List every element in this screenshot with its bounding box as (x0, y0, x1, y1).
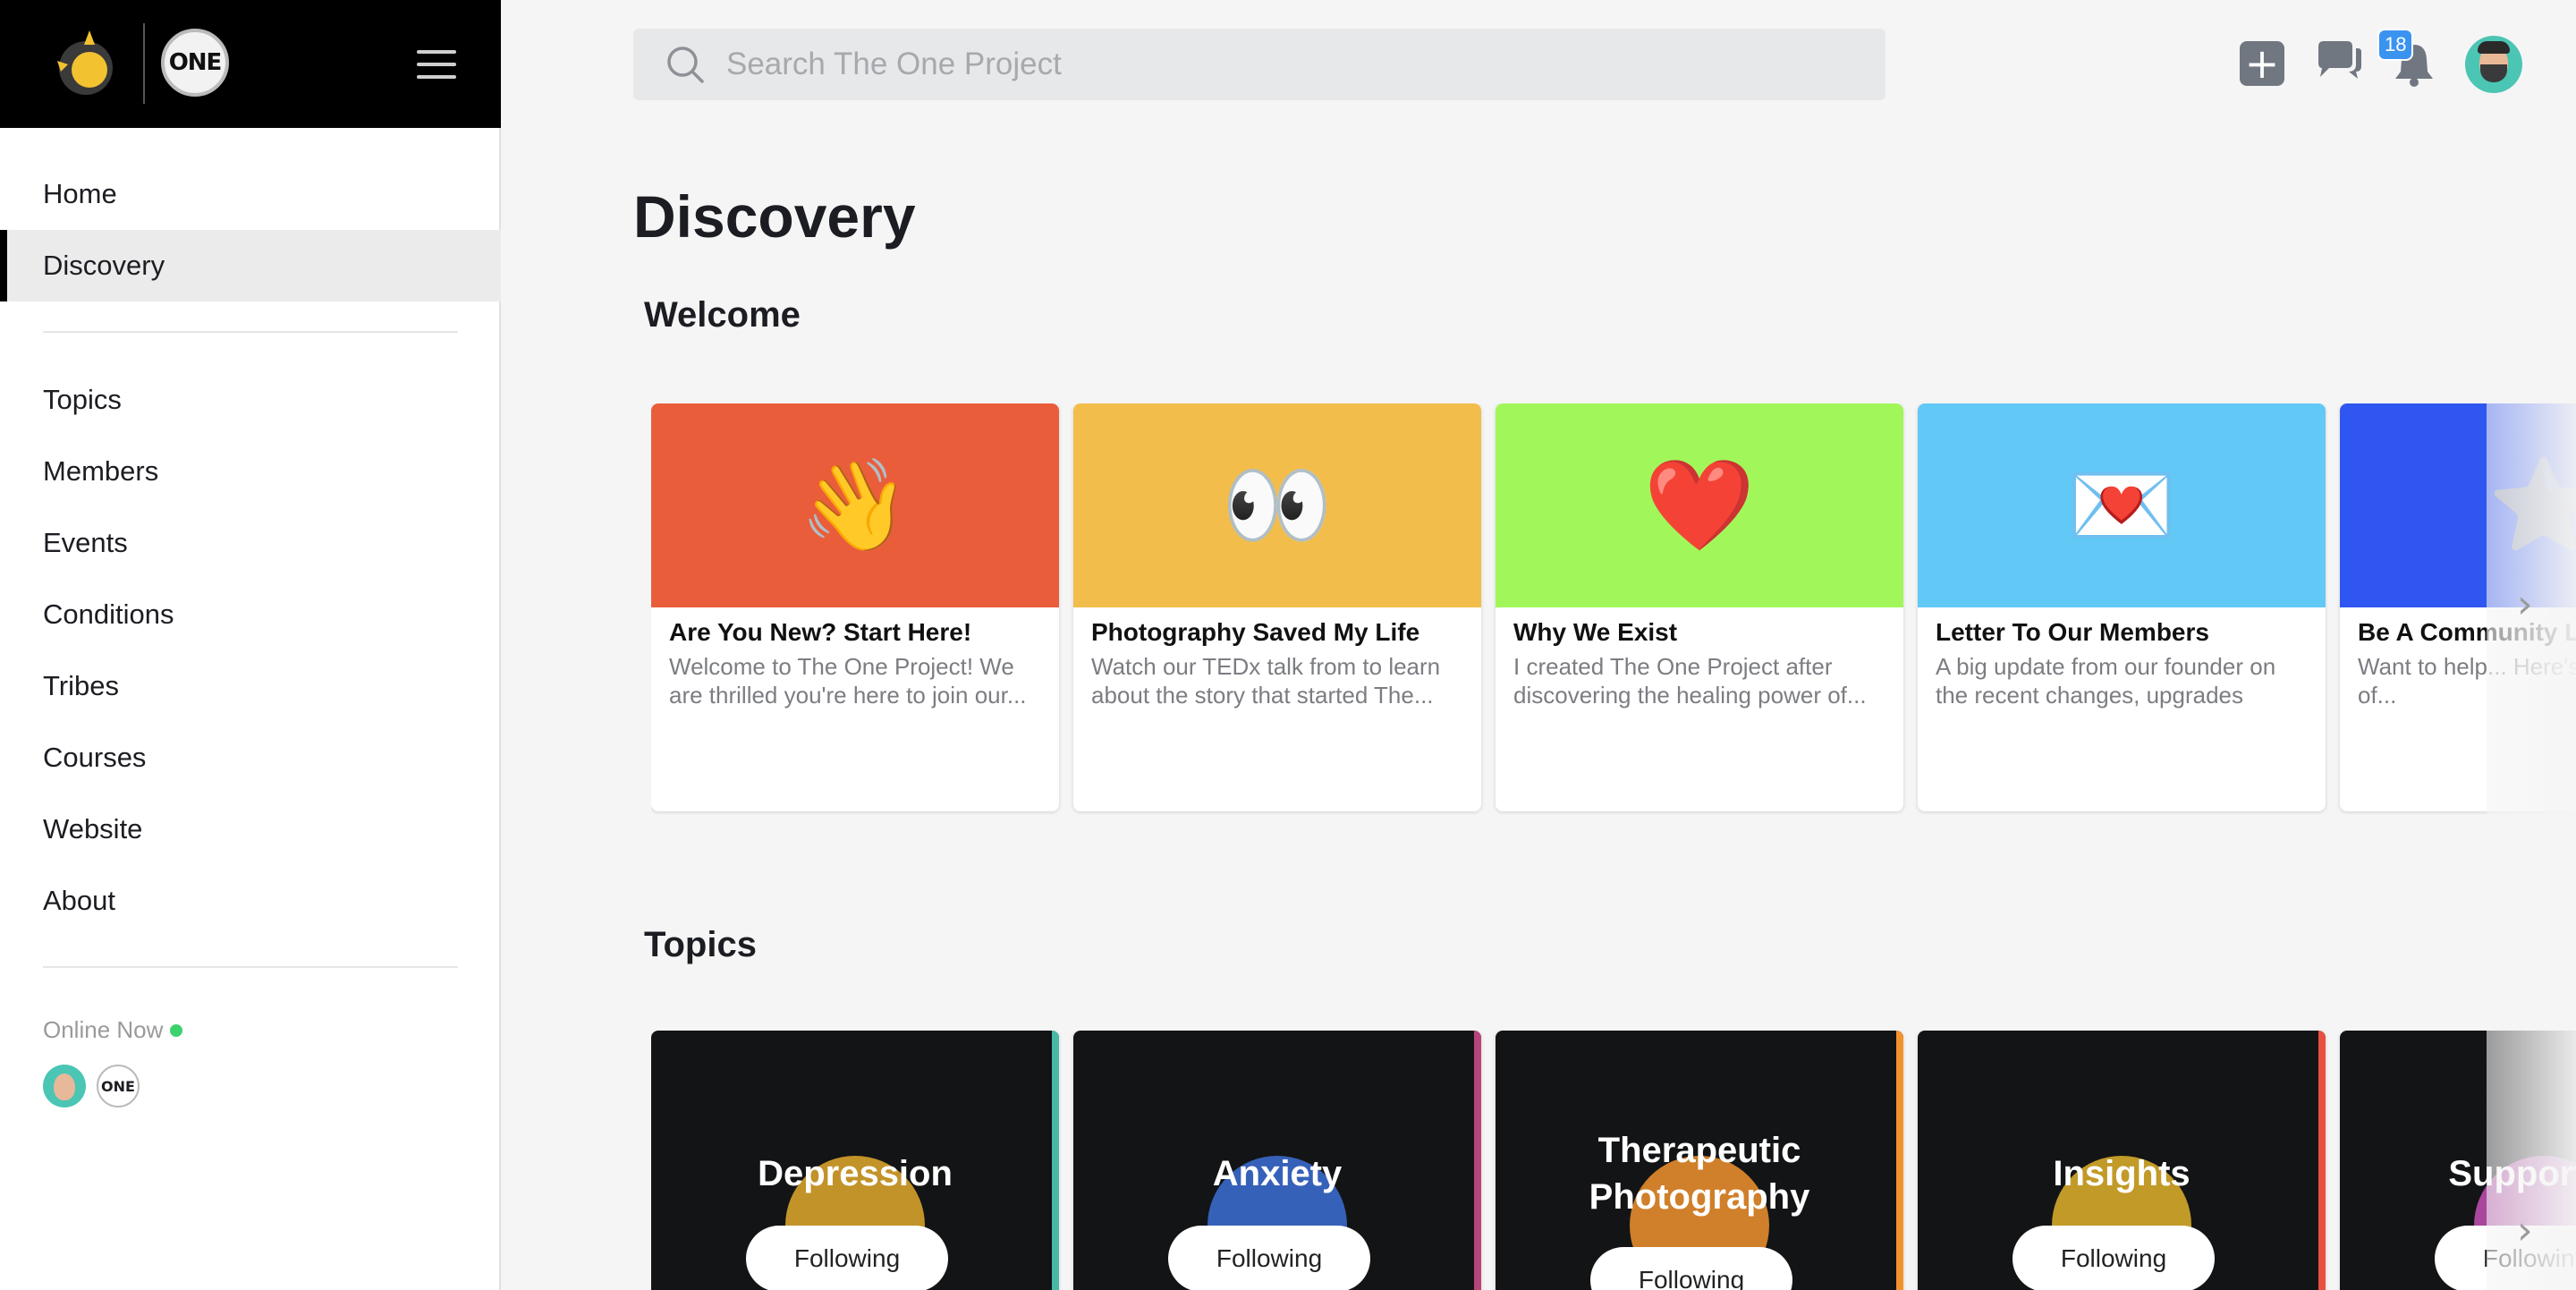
sidebar-item-events[interactable]: Events (0, 507, 501, 579)
card-description: Watch our TEDx talk from to learn about … (1091, 653, 1441, 709)
carousel-next-arrow-icon[interactable]: › (2517, 1208, 2533, 1253)
online-member-avatar-one-project[interactable]: ONE (97, 1065, 140, 1108)
topic-card[interactable]: Depression Following (651, 1031, 1059, 1290)
secondary-nav: Topics Members Events Conditions Tribes … (0, 364, 501, 937)
welcome-carousel: 👋 Are You New? Start Here! Welcome to Th… (651, 403, 2576, 815)
following-button[interactable]: Following (1590, 1247, 1792, 1290)
plus-icon[interactable]: + (2240, 41, 2284, 86)
sidebar-item-members[interactable]: Members (0, 436, 501, 507)
primary-nav: Home Discovery (0, 158, 501, 301)
notification-count-badge: 18 (2377, 29, 2414, 61)
topics-section-title: Topics (644, 925, 757, 964)
page-title: Discovery (633, 183, 916, 250)
online-avatars: ONE (43, 1065, 140, 1108)
card-title: Why We Exist (1513, 618, 1678, 646)
carousel-next-arrow-icon[interactable]: › (2517, 581, 2533, 627)
search-icon (667, 47, 704, 83)
chat-icon[interactable] (2315, 39, 2365, 86)
topic-name: Depression (758, 1154, 953, 1193)
topic-card[interactable]: Insights Following (1918, 1031, 2326, 1290)
card-description: A big update from our founder on the rec… (1936, 653, 2276, 711)
topic-card[interactable]: Anxiety Following (1073, 1031, 1481, 1290)
topic-name: Therapeutic Photography (1589, 1131, 1810, 1217)
welcome-card[interactable]: 👋 Are You New? Start Here! Welcome to Th… (651, 403, 1059, 811)
topic-name: Insights (2053, 1154, 2190, 1193)
nav-divider (43, 331, 458, 333)
card-description: Welcome to The One Project! We are thril… (669, 653, 1027, 709)
sidebar: ONE Home Discovery Topics Members Events… (0, 0, 501, 1290)
sidebar-item-tribes[interactable]: Tribes (0, 650, 501, 722)
card-description: I created The One Project after discover… (1513, 653, 1867, 709)
welcome-card[interactable]: ❤️ Why We Exist I created The One Projec… (1496, 403, 1903, 811)
waving-hand-icon: 👋 (799, 453, 911, 557)
card-title: Photography Saved My Life (1091, 618, 1420, 646)
sun-logo-icon[interactable] (50, 25, 122, 100)
love-letter-icon: 💌 (2065, 453, 2178, 557)
online-now-label: Online Now (43, 1016, 183, 1044)
sidebar-item-conditions[interactable]: Conditions (0, 579, 501, 650)
online-member-avatar[interactable] (43, 1065, 86, 1108)
brand-bar: ONE (0, 0, 501, 128)
sidebar-item-courses[interactable]: Courses (0, 722, 501, 794)
logo-divider (143, 23, 145, 104)
card-banner: 👀 (1073, 403, 1481, 607)
welcome-card[interactable]: 👀 Photography Saved My Life Watch our TE… (1073, 403, 1481, 811)
topic-card[interactable]: Therapeutic Photography Following (1496, 1031, 1903, 1290)
heart-icon: ❤️ (1643, 453, 1756, 557)
eyes-icon: 👀 (1221, 453, 1334, 557)
sidebar-item-home[interactable]: Home (0, 158, 501, 230)
user-avatar[interactable] (2465, 36, 2522, 93)
card-banner: ❤️ (1496, 403, 1903, 607)
hamburger-icon[interactable] (417, 50, 456, 79)
nav-divider (43, 966, 458, 968)
topics-carousel: Depression Following Anxiety Following T… (651, 1031, 2576, 1290)
following-button[interactable]: Following (1168, 1226, 1370, 1290)
sidebar-item-about[interactable]: About (0, 865, 501, 937)
following-button[interactable]: Following (746, 1226, 948, 1290)
welcome-card[interactable]: 💌 Letter To Our Members A big update fro… (1918, 403, 2326, 811)
one-project-logo[interactable]: ONE (161, 29, 229, 97)
search-input[interactable] (726, 47, 1800, 82)
card-title: Letter To Our Members (1936, 618, 2209, 646)
welcome-section-title: Welcome (644, 295, 801, 335)
topic-name: Anxiety (1212, 1154, 1343, 1193)
online-status-dot (170, 1023, 183, 1037)
card-title: Are You New? Start Here! (669, 618, 972, 646)
sidebar-item-topics[interactable]: Topics (0, 364, 501, 436)
online-now-text: Online Now (43, 1016, 164, 1043)
card-banner: 💌 (1918, 403, 2326, 607)
following-button[interactable]: Following (2012, 1226, 2215, 1290)
sidebar-item-discovery[interactable]: Discovery (0, 230, 501, 301)
search-bar[interactable] (633, 29, 1885, 100)
card-banner: 👋 (651, 403, 1059, 607)
sidebar-item-website[interactable]: Website (0, 794, 501, 865)
